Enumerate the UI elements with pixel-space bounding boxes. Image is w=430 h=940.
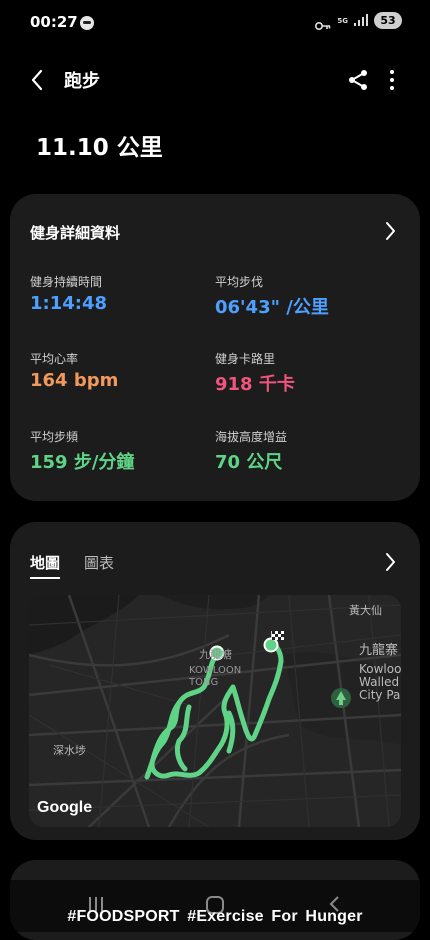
notification-dot-icon <box>80 16 94 30</box>
route-map[interactable]: 黃大仙 九龍塘 KOWLOON TONG 九龍寨 Kowloon Walled … <box>29 595 401 827</box>
workout-details-title: 健身詳細資料 <box>30 224 121 242</box>
duration-value: 1:14:48 <box>30 293 108 314</box>
back-button[interactable] <box>24 66 52 94</box>
finish-flag-icon <box>272 631 284 640</box>
total-distance: 11.10 公里 <box>36 135 163 161</box>
status-bar: 00:27 5G 53 <box>0 0 430 46</box>
duration-label: 健身持續時間 <box>30 275 103 289</box>
share-icon <box>349 70 367 90</box>
back-icon <box>31 69 43 91</box>
elevation-gain-value: 70 公尺 <box>215 452 283 473</box>
avg-cadence-value: 159 步/分鐘 <box>30 452 135 473</box>
status-time: 00:27 <box>30 13 78 31</box>
calories-label: 健身卡路里 <box>215 352 276 366</box>
more-vert-icon <box>390 70 394 90</box>
chevron-right-icon[interactable] <box>380 550 400 574</box>
page-title: 跑步 <box>64 71 100 92</box>
map-label-kowloon-walled-city-en: Kowloon Walled City Park <box>359 662 401 702</box>
calories-value: 918 千卡 <box>215 374 295 395</box>
key-icon <box>315 16 331 30</box>
chevron-right-icon[interactable] <box>380 219 400 243</box>
status-icons: 5G 53 <box>315 11 402 30</box>
battery-icon: 53 <box>374 12 402 29</box>
route-map-card: 地圖 圖表 黃大仙 九龍塘 KOWLOON TONG 九龍寨 Kowloo Wa… <box>10 522 420 840</box>
signal-icon <box>354 11 368 30</box>
share-button[interactable] <box>344 66 372 94</box>
avg-heart-rate-value: 164 bpm <box>30 370 119 391</box>
tab-map[interactable]: 地圖 <box>30 552 61 579</box>
avg-pace-value: 06'43" /公里 <box>215 297 329 318</box>
avg-cadence-label: 平均步頻 <box>30 430 79 444</box>
map-label-wong-tai-sin: 黃大仙 <box>349 604 382 617</box>
avg-heart-rate-label: 平均心率 <box>30 352 79 366</box>
map-label-kowloon-tong-en: KOWLOON TONG <box>189 665 242 688</box>
google-logo: Google <box>37 799 93 816</box>
workout-details-card[interactable]: 健身詳細資料 健身持續時間 1:14:48 平均步伐 06'43" /公里 平均… <box>10 194 420 501</box>
app-bar: 跑步 <box>0 56 430 102</box>
map-roads <box>29 595 401 827</box>
watermark-text: #FOODSPORT #Exercise For Hunger <box>67 908 363 925</box>
avg-pace-label: 平均步伐 <box>215 275 264 289</box>
map-label-kowloon-tong-zh: 九龍塘 <box>199 648 232 661</box>
network-type: 5G <box>337 16 348 25</box>
map-label-kowloon-walled-city-zh: 九龍寨 <box>359 643 399 658</box>
elevation-gain-label: 海拔高度增益 <box>215 430 288 444</box>
more-options-button[interactable] <box>380 66 404 94</box>
tab-chart[interactable]: 圖表 <box>84 552 114 573</box>
map-label-sham-shui-po: 深水埗 <box>53 744 86 757</box>
